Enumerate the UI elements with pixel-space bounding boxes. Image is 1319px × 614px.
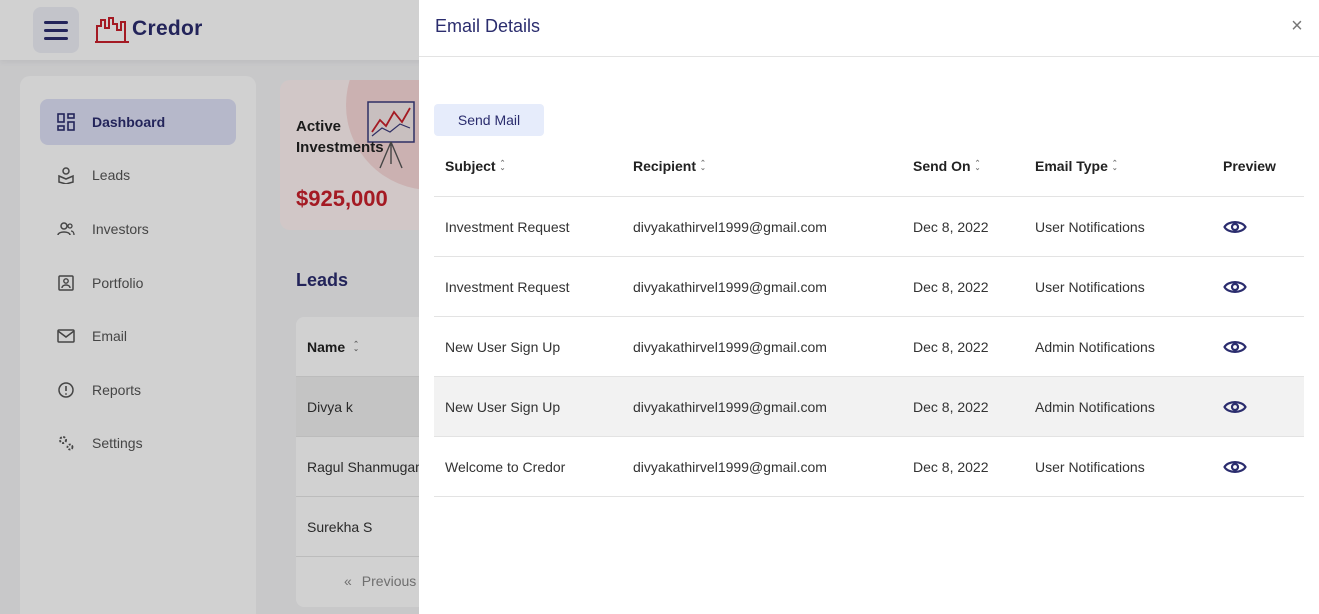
send-mail-button[interactable]: Send Mail (434, 104, 544, 136)
email-type: Admin Notifications (1035, 338, 1155, 355)
column-header-label: Recipient (633, 158, 697, 174)
email-send-on: Dec 8, 2022 (913, 338, 989, 355)
sort-icon[interactable]: ⌃ ⌄ (500, 160, 506, 172)
table-row[interactable]: New User Sign Up divyakathirvel1999@gmai… (434, 317, 1304, 377)
table-row[interactable]: Investment Request divyakathirvel1999@gm… (434, 197, 1304, 257)
column-header-label: Send On (913, 158, 971, 174)
eye-icon[interactable] (1223, 377, 1247, 436)
column-header-preview: Preview (1223, 136, 1276, 196)
email-subject: New User Sign Up (445, 398, 561, 415)
drawer-header: Email Details × (419, 0, 1319, 57)
email-type: Admin Notifications (1035, 398, 1155, 415)
eye-icon[interactable] (1223, 257, 1247, 316)
column-header-email-type[interactable]: Email Type ⌃ ⌄ (1035, 136, 1118, 196)
email-subject: New User Sign Up (445, 338, 561, 355)
sort-icon[interactable]: ⌃ ⌄ (1112, 160, 1118, 172)
column-header-label: Subject (445, 158, 496, 174)
column-header-label: Email Type (1035, 158, 1108, 174)
email-recipient: divyakathirvel1999@gmail.com (633, 338, 827, 355)
table-row[interactable]: Investment Request divyakathirvel1999@gm… (434, 257, 1304, 317)
close-icon[interactable]: × (1289, 16, 1305, 36)
sort-icon[interactable]: ⌃ ⌄ (700, 160, 706, 172)
email-details-drawer: Email Details × Send Mail Subject ⌃ ⌄ Rec… (419, 0, 1319, 614)
email-subject: Investment Request (445, 278, 570, 295)
column-header-label: Preview (1223, 158, 1276, 174)
email-send-on: Dec 8, 2022 (913, 458, 989, 475)
column-header-subject[interactable]: Subject ⌃ ⌄ (445, 136, 505, 196)
eye-icon[interactable] (1223, 317, 1247, 376)
email-send-on: Dec 8, 2022 (913, 278, 989, 295)
email-subject: Welcome to Credor (445, 458, 566, 475)
drawer-title: Email Details (435, 16, 541, 36)
email-recipient: divyakathirvel1999@gmail.com (633, 398, 827, 415)
column-header-recipient[interactable]: Recipient ⌃ ⌄ (633, 136, 706, 196)
email-subject: Investment Request (445, 218, 570, 235)
email-table-header: Subject ⌃ ⌄ Recipient ⌃ ⌄ Send On ⌃ ⌄ Email… (434, 136, 1304, 197)
email-table: Subject ⌃ ⌄ Recipient ⌃ ⌄ Send On ⌃ ⌄ Email… (434, 136, 1304, 497)
eye-icon[interactable] (1223, 197, 1247, 256)
eye-icon[interactable] (1223, 437, 1247, 496)
email-recipient: divyakathirvel1999@gmail.com (633, 278, 827, 295)
email-send-on: Dec 8, 2022 (913, 398, 989, 415)
sort-icon[interactable]: ⌃ ⌄ (975, 160, 981, 172)
table-row[interactable]: New User Sign Up divyakathirvel1999@gmai… (434, 377, 1304, 437)
column-header-send-on[interactable]: Send On ⌃ ⌄ (913, 136, 980, 196)
email-type: User Notifications (1035, 458, 1145, 475)
email-type: User Notifications (1035, 218, 1145, 235)
table-row[interactable]: Welcome to Credor divyakathirvel1999@gma… (434, 437, 1304, 497)
email-recipient: divyakathirvel1999@gmail.com (633, 458, 827, 475)
email-send-on: Dec 8, 2022 (913, 218, 989, 235)
email-type: User Notifications (1035, 278, 1145, 295)
email-recipient: divyakathirvel1999@gmail.com (633, 218, 827, 235)
